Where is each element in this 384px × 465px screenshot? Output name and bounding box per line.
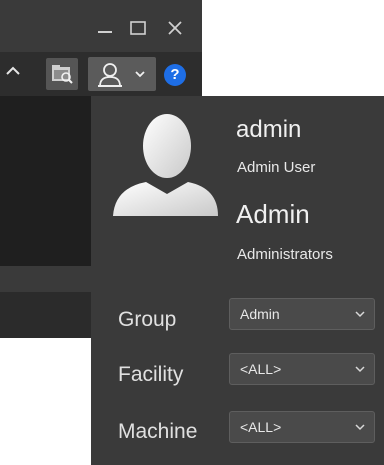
username: admin (236, 116, 302, 143)
chevron-down-icon (355, 424, 365, 431)
facility-select[interactable]: <ALL> (229, 353, 375, 385)
user-full-name: Admin User (237, 159, 316, 176)
machine-label: Machine (118, 420, 198, 443)
user-role: Admin (236, 199, 310, 229)
group-label: Group (118, 308, 177, 331)
folder-search-button[interactable] (46, 58, 78, 90)
facility-label: Facility (118, 363, 184, 386)
group-select-value: Admin (240, 306, 280, 322)
facility-select-value: <ALL> (240, 361, 282, 377)
minimize-icon[interactable] (95, 18, 115, 38)
user-icon (98, 63, 122, 87)
chevron-down-icon (355, 311, 365, 318)
machine-select-value: <ALL> (240, 419, 282, 435)
user-group-membership: Administrators (237, 246, 333, 263)
user-menu-button[interactable] (88, 57, 156, 91)
chevron-up-icon[interactable] (4, 62, 22, 80)
folder-search-icon (52, 65, 73, 84)
maximize-icon[interactable] (128, 18, 148, 38)
chevron-down-icon (355, 366, 365, 373)
user-avatar-icon (113, 114, 218, 216)
group-select[interactable]: Admin (229, 298, 375, 330)
machine-select[interactable]: <ALL> (229, 411, 375, 443)
chevron-down-icon (135, 71, 145, 78)
help-button[interactable]: ? (164, 64, 186, 86)
close-icon[interactable] (165, 18, 185, 38)
